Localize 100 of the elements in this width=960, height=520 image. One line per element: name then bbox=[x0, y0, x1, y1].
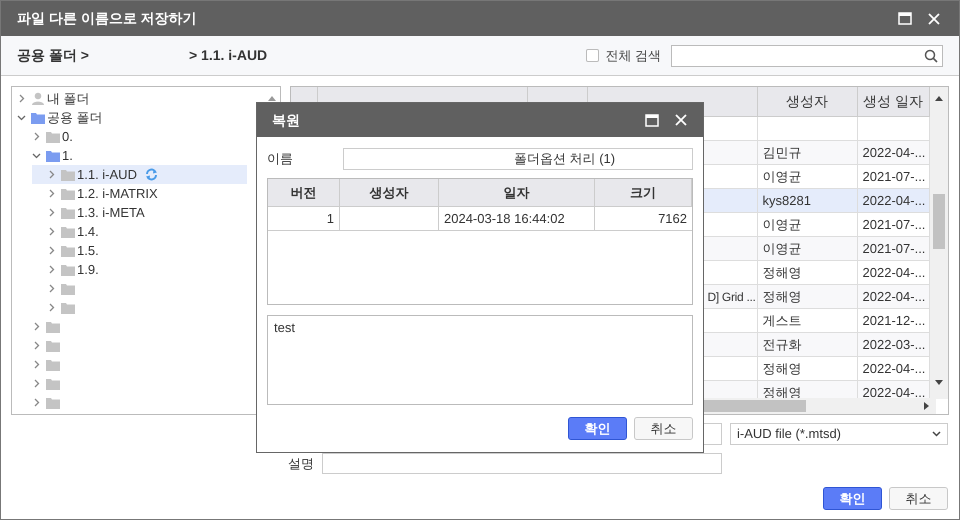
tree-item[interactable]: 공용 폴더 bbox=[12, 108, 105, 127]
table-cell-text: 2022-04-... bbox=[862, 384, 926, 399]
table-cell-text: 정해영 bbox=[762, 288, 802, 306]
collapse-caret-icon[interactable] bbox=[32, 132, 41, 141]
table-cell-text: 전규화 bbox=[762, 336, 802, 354]
table-cell-text: 7162 bbox=[658, 210, 687, 228]
window-title: 파일 다른 이름으로 저장하기 bbox=[17, 9, 198, 28]
folder-icon bbox=[46, 358, 60, 370]
tree-item[interactable]: 1.9. bbox=[12, 260, 101, 279]
folder-icon bbox=[61, 188, 75, 200]
close-icon[interactable] bbox=[674, 113, 688, 127]
table-cell-text: 정해영 bbox=[762, 264, 802, 282]
table-cell-text: 2024-03-18 16:44:02 bbox=[444, 210, 565, 228]
name-field[interactable]: 폴더옵션 처리 (1) bbox=[343, 148, 693, 170]
collapse-caret-icon[interactable] bbox=[32, 398, 41, 407]
table-cell-text: 김민규 bbox=[762, 144, 802, 162]
refresh-icon[interactable] bbox=[144, 168, 158, 181]
scrollbar-thumb[interactable] bbox=[933, 194, 945, 249]
field-label: 이름 bbox=[267, 150, 294, 168]
expand-caret-icon[interactable] bbox=[17, 113, 26, 122]
column-header[interactable]: 일자 bbox=[439, 179, 595, 206]
column-header[interactable]: 버전 bbox=[268, 179, 340, 206]
dialog-title: 복원 bbox=[272, 110, 301, 130]
folder-icon bbox=[31, 112, 45, 124]
comment-box[interactable]: test bbox=[267, 315, 693, 405]
column-header[interactable]: 생성자 bbox=[340, 179, 439, 206]
maximize-icon[interactable] bbox=[898, 12, 912, 25]
breadcrumb-item[interactable]: 공용 폴더 > bbox=[17, 45, 89, 66]
table-cell-text: 게스트 bbox=[762, 312, 802, 330]
table-cell-text: D] Grid ... bbox=[708, 288, 756, 306]
column-header[interactable]: 생성자 bbox=[758, 87, 858, 116]
ok-button[interactable]: 확인 bbox=[823, 487, 882, 510]
table-cell-text: 이영균 bbox=[762, 240, 802, 258]
collapse-caret-icon[interactable] bbox=[32, 379, 41, 388]
table-cell-text: 이영균 bbox=[762, 216, 802, 234]
collapse-caret-icon[interactable] bbox=[47, 208, 56, 217]
collapse-caret-icon[interactable] bbox=[47, 246, 56, 255]
collapse-caret-icon[interactable] bbox=[47, 189, 56, 198]
table-cell-text: 2021-07-... bbox=[862, 168, 926, 186]
ok-button[interactable]: 확인 bbox=[568, 417, 627, 440]
tree-item[interactable]: 내 폴더 bbox=[12, 89, 92, 108]
column-header[interactable]: 크기 bbox=[595, 179, 692, 206]
table-cell-text: 2022-04-... bbox=[862, 144, 926, 162]
search-icon[interactable] bbox=[924, 48, 938, 62]
table-cell-text: 2021-07-... bbox=[862, 240, 926, 258]
table-cell-text: 2022-04-... bbox=[862, 360, 926, 378]
cancel-button[interactable]: 취소 bbox=[634, 417, 693, 440]
breadcrumb-item[interactable]: > 1.1. i-AUD bbox=[188, 45, 268, 66]
table-cell-text: 1 bbox=[326, 210, 334, 228]
tree-item[interactable]: 1.1. i-AUD bbox=[32, 165, 247, 184]
collapse-caret-icon[interactable] bbox=[47, 284, 56, 293]
scroll-right-icon[interactable] bbox=[922, 401, 930, 411]
scroll-up-icon[interactable] bbox=[934, 95, 944, 102]
folder-icon bbox=[46, 130, 60, 142]
folder-icon bbox=[61, 244, 75, 256]
collapse-caret-icon[interactable] bbox=[47, 303, 56, 312]
checkbox[interactable] bbox=[586, 49, 600, 62]
collapse-caret-icon[interactable] bbox=[32, 360, 41, 369]
tree-item[interactable]: 0. bbox=[12, 127, 75, 146]
tree-item[interactable]: 1. bbox=[12, 146, 75, 165]
table-cell-text: 이영균 bbox=[762, 168, 802, 186]
collapse-caret-icon[interactable] bbox=[32, 322, 41, 331]
tree-item[interactable]: 1.2. i-MATRIX bbox=[12, 184, 160, 203]
folder-icon bbox=[61, 264, 75, 276]
folder-icon bbox=[46, 378, 60, 390]
cancel-button[interactable]: 취소 bbox=[889, 487, 948, 510]
vertical-scrollbar[interactable] bbox=[930, 87, 948, 399]
tree-item[interactable]: 1.5. bbox=[12, 241, 101, 260]
expand-caret-icon[interactable] bbox=[32, 151, 41, 160]
collapse-caret-icon[interactable] bbox=[47, 170, 56, 179]
folder-icon bbox=[46, 340, 60, 352]
collapse-caret-icon[interactable] bbox=[47, 265, 56, 274]
folder-icon bbox=[46, 396, 60, 408]
folder-icon bbox=[61, 302, 75, 314]
collapse-caret-icon[interactable] bbox=[32, 341, 41, 350]
table-cell-text: kys8281 bbox=[762, 192, 811, 210]
maximize-icon[interactable] bbox=[645, 114, 659, 126]
folder-icon bbox=[61, 282, 75, 294]
table-cell-text: 2022-04-... bbox=[862, 288, 926, 306]
field-label: 설명 bbox=[288, 454, 315, 473]
tree-item[interactable]: 1.4. bbox=[12, 222, 101, 241]
table-cell-text: 2022-04-... bbox=[862, 264, 926, 282]
collapse-caret-icon[interactable] bbox=[47, 227, 56, 236]
folder-icon bbox=[46, 150, 60, 162]
folder-icon bbox=[61, 226, 75, 238]
chevron-down-icon bbox=[932, 431, 941, 437]
description-field[interactable] bbox=[322, 453, 722, 474]
folder-icon bbox=[61, 168, 75, 180]
tree-item[interactable]: 1.3. i-META bbox=[12, 203, 147, 222]
table-cell-text: 정해영 bbox=[762, 360, 802, 378]
folder-icon bbox=[61, 206, 75, 218]
user-icon bbox=[31, 92, 45, 105]
checkbox-label: 전체 검색 bbox=[605, 46, 661, 65]
collapse-caret-icon[interactable] bbox=[17, 94, 26, 103]
scroll-down-icon[interactable] bbox=[934, 379, 944, 386]
table-cell-text: 2021-07-... bbox=[862, 216, 926, 234]
search-field[interactable] bbox=[671, 44, 943, 66]
close-icon[interactable] bbox=[927, 12, 941, 26]
file-type-dropdown[interactable]: i-AUD file (*.mtsd) bbox=[730, 423, 948, 445]
table-cell-text: 2021-12-... bbox=[862, 312, 926, 330]
